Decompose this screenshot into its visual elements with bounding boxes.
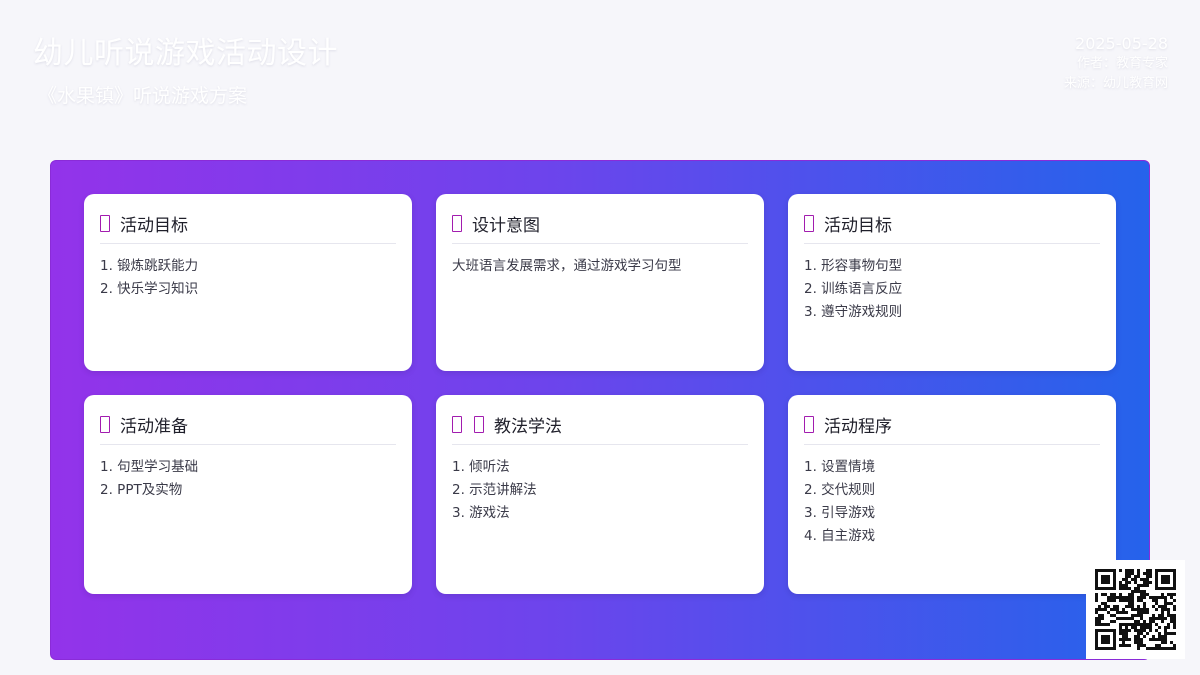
card-preparation: 活动准备 1. 句型学习基础 2. PPT及实物 [84, 395, 412, 594]
card-line: 3. 游戏法 [452, 505, 510, 521]
card-line: 2. 快乐学习知识 [100, 281, 199, 297]
card-line: 3. 遵守游戏规则 [804, 304, 903, 320]
card-title: 活动程序 [824, 417, 892, 437]
card-title: 活动准备 [120, 417, 188, 437]
slide: 幼儿听说游戏活动设计 《水果镇》听说游戏方案 2025-05-28 作者：教育专… [0, 0, 1200, 675]
card-procedure: 活动程序 1. 设置情境 2. 交代规则 3. 引导游戏 4. 自主游戏 [788, 395, 1116, 594]
card-line: 2. PPT及实物 [100, 482, 183, 498]
card-line: 1. 锻炼跳跃能力 [100, 258, 199, 274]
card-line: 4. 自主游戏 [804, 528, 876, 544]
toolbox-icon [100, 416, 110, 433]
card-line: 1. 倾听法 [452, 459, 510, 475]
card-line: 1. 设置情境 [804, 459, 876, 475]
meta-info: 2025-05-28 作者：教育专家 来源：幼儿教育网 [1064, 34, 1168, 94]
card-title: 教法学法 [494, 417, 562, 437]
card-methods: 教法学法 1. 倾听法 2. 示范讲解法 3. 游戏法 [436, 395, 764, 594]
publish-date: 2025-05-28 [1075, 34, 1168, 53]
target-icon [804, 215, 814, 232]
card-line: 2. 训练语言反应 [804, 281, 903, 297]
card-title: 设计意图 [472, 216, 540, 236]
qr-code [1086, 560, 1185, 659]
card-line: 1. 形容事物句型 [804, 258, 903, 274]
content-panel: 活动目标 1. 锻炼跳跃能力 2. 快乐学习知识 设计意图 大班语言发展需求，通… [50, 160, 1150, 660]
card-goals-2: 活动目标 1. 形容事物句型 2. 训练语言反应 3. 遵守游戏规则 [788, 194, 1116, 371]
target-icon [100, 215, 110, 232]
student-icon [474, 416, 484, 433]
card-line: 3. 引导游戏 [804, 505, 876, 521]
card-title: 活动目标 [120, 216, 188, 236]
card-title: 活动目标 [824, 216, 892, 236]
teacher-icon [452, 416, 462, 433]
card-line: 2. 交代规则 [804, 482, 876, 498]
author-line: 作者：教育专家 [1076, 56, 1168, 71]
card-goals-1: 活动目标 1. 锻炼跳跃能力 2. 快乐学习知识 [84, 194, 412, 371]
source-line: 来源：幼儿教育网 [1063, 76, 1168, 91]
qr-code-icon [1095, 569, 1176, 650]
card-design-intent: 设计意图 大班语言发展需求，通过游戏学习句型 [436, 194, 764, 371]
card-line: 大班语言发展需求，通过游戏学习句型 [452, 258, 682, 274]
lightbulb-icon [452, 215, 462, 232]
card-line: 2. 示范讲解法 [452, 482, 537, 498]
list-icon [804, 416, 814, 433]
card-line: 1. 句型学习基础 [100, 459, 199, 475]
page-title: 幼儿听说游戏活动设计 [33, 36, 338, 71]
page-subtitle: 《水果镇》听说游戏方案 [38, 85, 248, 107]
